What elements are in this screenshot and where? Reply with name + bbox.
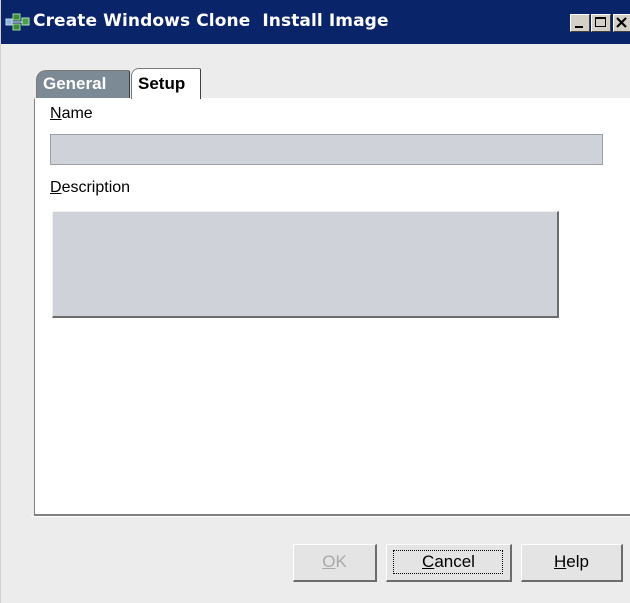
name-input[interactable]	[50, 134, 603, 165]
title-bar[interactable]: Create Windows Clone Install Image	[1, 0, 630, 44]
ok-mnemonic: O	[322, 552, 336, 571]
maximize-icon	[595, 17, 606, 27]
cancel-button[interactable]: Cancel	[386, 544, 512, 582]
ok-label: K	[335, 552, 347, 571]
focus-indicator	[393, 550, 503, 574]
help-mnemonic: H	[554, 552, 567, 571]
dialog-window: Create Windows Clone Install Image Gener…	[0, 0, 630, 603]
help-label: elp	[566, 552, 589, 571]
window-title: Create Windows Clone Install Image	[33, 11, 389, 31]
minimize-button[interactable]	[570, 14, 590, 32]
network-computer-icon[interactable]	[5, 13, 31, 33]
name-label-text: ame	[61, 105, 93, 122]
close-button[interactable]	[613, 14, 630, 32]
description-label-text: escription	[61, 179, 131, 196]
setup-panel: Name Description	[34, 98, 630, 516]
ok-button[interactable]: OK	[293, 544, 377, 582]
maximize-button[interactable]	[591, 14, 611, 32]
description-textarea[interactable]	[52, 211, 559, 318]
description-label: Description	[50, 179, 130, 197]
description-label-mnemonic: D	[50, 179, 62, 196]
name-label: Name	[50, 105, 93, 123]
help-button[interactable]: Help	[521, 544, 623, 582]
tab-general[interactable]: General	[36, 70, 130, 99]
minimize-icon	[575, 26, 583, 28]
dialog-content: General Setup Name Description OK Cancel…	[1, 44, 630, 603]
separator	[31, 516, 630, 517]
name-label-mnemonic: N	[50, 105, 62, 122]
tab-setup[interactable]: Setup	[131, 68, 201, 99]
close-icon	[616, 17, 627, 28]
